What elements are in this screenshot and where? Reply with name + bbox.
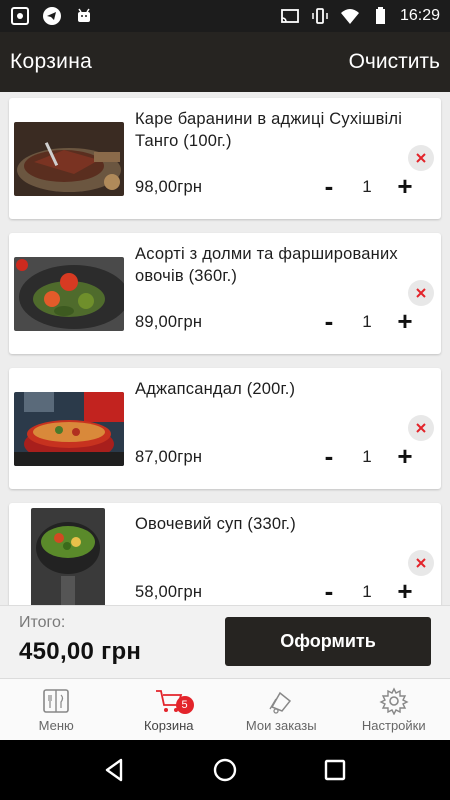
system-navigation	[0, 740, 450, 800]
remove-item-button[interactable]	[408, 415, 434, 441]
order-summary: Итого: 450,00 грн Оформить	[0, 605, 450, 678]
cast-icon	[281, 9, 299, 23]
close-icon	[416, 153, 426, 163]
nav-label: Меню	[38, 717, 74, 733]
screenshot-icon	[11, 7, 29, 25]
quantity-value: 1	[362, 177, 372, 196]
cart-item: Овочевий суп (330г.) 58,00грн - 1 +	[9, 503, 441, 605]
back-icon[interactable]	[101, 756, 129, 784]
remove-item-button[interactable]	[408, 550, 434, 576]
nav-item-menu[interactable]: Меню	[0, 679, 113, 740]
menu-book-icon	[43, 688, 70, 713]
item-price: 87,00грн	[135, 448, 203, 466]
remove-item-button[interactable]	[408, 280, 434, 306]
decrease-quantity-button[interactable]: -	[317, 173, 341, 201]
quantity-stepper: - 1 +	[317, 172, 417, 202]
increase-quantity-button[interactable]: +	[393, 173, 417, 201]
gear-icon	[379, 686, 409, 715]
home-icon[interactable]	[211, 756, 239, 784]
android-icon	[78, 8, 90, 22]
cart-item: Каре баранини в аджиці Сухішвілі Танго (…	[9, 98, 441, 219]
item-title: Каре баранини в аджиці Сухішвілі Танго (…	[135, 110, 403, 150]
decrease-quantity-button[interactable]: -	[317, 308, 341, 336]
battery-icon	[375, 7, 385, 24]
quantity-value: 1	[362, 447, 372, 466]
quantity-value: 1	[362, 312, 372, 331]
quantity-value: 1	[362, 582, 372, 601]
item-title: Аджапсандал (200г.)	[135, 380, 296, 398]
quantity-stepper: - 1 +	[317, 442, 417, 472]
nav-item-orders[interactable]: Мои заказы	[225, 679, 338, 740]
total-value: 450,00 грн	[19, 638, 142, 665]
quantity-stepper: - 1 +	[317, 577, 417, 605]
decrease-quantity-button[interactable]: -	[317, 443, 341, 471]
close-icon	[416, 423, 426, 433]
telegram-icon	[43, 7, 61, 25]
item-title: Овочевий суп (330г.)	[135, 515, 296, 533]
orders-icon	[269, 691, 292, 714]
item-title: Асорті з долми та фаршированих овочів (3…	[135, 245, 398, 285]
item-image	[14, 122, 124, 196]
item-price: 98,00грн	[135, 178, 203, 196]
clear-cart-button[interactable]: Очистить	[349, 50, 440, 74]
checkout-button[interactable]: Оформить	[225, 617, 431, 666]
total-label: Итого:	[19, 614, 66, 631]
close-icon	[416, 558, 426, 568]
cart-count-badge: 5	[175, 696, 194, 714]
cart-list[interactable]: Каре баранини в аджиці Сухішвілі Танго (…	[0, 92, 450, 605]
item-price: 89,00грн	[135, 313, 203, 331]
bottom-navigation: Меню 5 Корзина Мои заказы Настройки	[0, 678, 450, 740]
quantity-stepper: - 1 +	[317, 307, 417, 337]
nav-label: Настройки	[361, 717, 426, 733]
cart-item: Асорті з долми та фаршированих овочів (3…	[9, 233, 441, 354]
item-image	[14, 257, 124, 331]
cart-item: Аджапсандал (200г.) 87,00грн - 1 +	[9, 368, 441, 489]
app-bar: Корзина Очистить	[0, 32, 450, 92]
decrease-quantity-button[interactable]: -	[317, 578, 341, 605]
status-time: 16:29	[399, 7, 440, 24]
nav-item-settings[interactable]: Настройки	[338, 679, 450, 740]
remove-item-button[interactable]	[408, 145, 434, 171]
close-icon	[416, 288, 426, 298]
status-left-icons	[10, 6, 94, 26]
nav-label: Корзина	[143, 717, 194, 733]
increase-quantity-button[interactable]: +	[393, 578, 417, 605]
item-image	[31, 508, 105, 605]
increase-quantity-button[interactable]: +	[393, 443, 417, 471]
nav-item-cart[interactable]: 5 Корзина	[113, 679, 226, 740]
increase-quantity-button[interactable]: +	[393, 308, 417, 336]
page-title: Корзина	[10, 50, 93, 73]
status-bar: 16:29	[0, 0, 450, 32]
nav-label: Мои заказы	[245, 717, 317, 733]
vibrate-icon	[312, 8, 328, 24]
recents-icon[interactable]	[321, 756, 349, 784]
wifi-icon	[340, 9, 359, 24]
item-image	[14, 392, 124, 466]
status-right-icons: 16:29	[280, 6, 440, 26]
item-price: 58,00грн	[135, 583, 203, 601]
